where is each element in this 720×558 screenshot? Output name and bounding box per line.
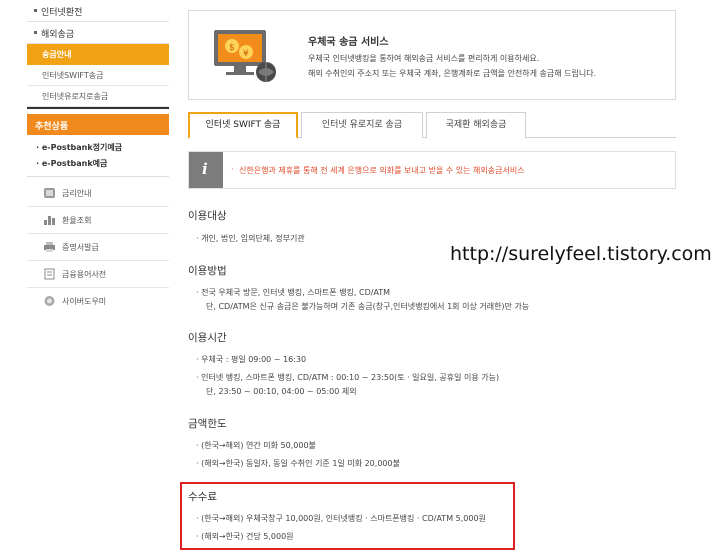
section-item: · (해외→한국) 건당 5,000원 [196,532,294,541]
section-item-text: (해외→한국) 건당 5,000원 [201,532,294,541]
tab-internet-swift[interactable]: 인터넷 SWIFT 송금 [188,112,298,139]
section-item: · (한국→해외) 우체국창구 10,000원, 인터넷뱅킹 · 스마트폰뱅킹 … [196,514,486,523]
printer-icon [44,242,55,252]
recommend-item-deposit-term[interactable]: · e-Postbank정기예금 [36,142,122,153]
notice-text: 신한은행과 제휴를 통해 전 세계 은행으로 외화를 보내고 받을 수 있는 해… [239,166,525,175]
section-item: · 우체국 : 평일 09:00 ~ 16:30 [196,355,307,364]
service-label: 증명서발급 [62,243,99,252]
recommend-item-deposit[interactable]: · e-Postbank예금 [36,158,107,169]
svg-text:$: $ [229,43,235,53]
remittance-monitor-icon: $ ¥ [214,30,276,82]
service-label: 금리안내 [62,189,92,198]
bullet-icon [34,31,37,34]
main-content: $ ¥ 우체국 송금 서비스 우체국 인터넷뱅킹을 통하여 해외송금 서비스를 … [180,0,720,558]
book-icon [44,268,55,280]
svg-text:¥: ¥ [243,49,249,59]
sidebar-service-certificate[interactable]: 증명서발급 [27,234,169,261]
sidebar-service-dictionary[interactable]: 금융용어사전 [27,261,169,288]
section-item: · (해외→한국) 동일자, 동일 수취인 기준 1일 미화 20,000불 [196,459,400,468]
service-label: 환율조회 [62,216,92,225]
watermark-text: http://surelyfeel.tistory.com [450,243,712,265]
recommend-header: 추천상품 [27,114,169,135]
sidebar-item-overseas-remittance[interactable]: 해외송금 [27,22,169,44]
bar-chart-icon [44,216,55,225]
section-title-limit: 금액한도 [188,418,227,430]
intro-title: 우체국 송금 서비스 [308,37,389,48]
helper-icon [44,296,55,306]
section-item: · 전국 우체국 방문, 인터넷 뱅킹, 스마트폰 뱅킹, CD/ATM [196,288,391,297]
notice-bullet: · [231,165,234,174]
section-title-method: 이용방법 [188,265,227,277]
sidebar-subitem-swift[interactable]: 인터넷SWIFT송금 [27,65,169,86]
coin-icon [44,188,55,198]
section-item-text: (해외→한국) 동일자, 동일 수취인 기준 1일 미화 20,000불 [201,459,400,468]
bullet-icon [34,9,37,12]
sidebar-service-interest-rate[interactable]: 금리안내 [27,180,169,207]
left-sidebar: 인터넷환전 해외송금 송금안내 인터넷SWIFT송금 인터넷유로지로송금 추천상… [27,0,169,558]
sidebar-item-label: 해외송금 [41,30,75,40]
section-title-hours: 이용시간 [188,332,227,344]
tab-internet-eurogiro[interactable]: 인터넷 유로지로 송금 [301,112,423,138]
recommend-title: 추천상품 [35,122,69,132]
recommend-item-label: e-Postbank예금 [41,159,108,168]
section-item-text: 인터넷 뱅킹, 스마트폰 뱅킹, CD/ATM : 00:10 ~ 23:50(… [201,373,500,382]
intro-description: 우체국 인터넷뱅킹을 통하여 해외송금 서비스를 편리하게 이용하세요. [308,54,540,63]
tab-international-money-order[interactable]: 국제환 해외송금 [426,112,526,138]
intro-description: 해외 수취인의 주소지 또는 우체국 계좌, 은행계좌로 금액을 안전하게 송금… [308,69,597,78]
section-item-text: (한국→해외) 우체국창구 10,000원, 인터넷뱅킹 · 스마트폰뱅킹 · … [201,514,486,523]
recommend-item-label: e-Postbank정기예금 [41,143,123,152]
section-item: · 개인, 법인, 임의단체, 정부기관 [196,234,305,243]
section-item: · (한국→해외) 연간 미화 50,000불 [196,441,316,450]
sidebar-service-exchange-rate[interactable]: 환율조회 [27,207,169,234]
sidebar-divider [27,176,169,177]
section-title-fee: 수수료 [188,491,217,503]
service-label: 금융용어사전 [62,270,107,279]
section-title-target: 이용대상 [188,210,227,222]
sidebar-subitem-label: 인터넷SWIFT송금 [42,71,104,80]
section-item-continuation: 단, 23:50 ~ 00:10, 04:00 ~ 05:00 제외 [206,387,357,396]
sidebar-subitem-eurogiro[interactable]: 인터넷유로지로송금 [27,86,169,107]
section-item-text: 개인, 법인, 임의단체, 정부기관 [201,234,305,243]
sidebar-subitem-label: 인터넷유로지로송금 [42,92,109,101]
intro-panel: $ ¥ 우체국 송금 서비스 우체국 인터넷뱅킹을 통하여 해외송금 서비스를 … [188,10,676,100]
sidebar-subitem-remittance-guide[interactable]: 송금안내 [27,44,169,65]
section-item-text: 우체국 : 평일 09:00 ~ 16:30 [201,355,307,364]
section-item-text: (한국→해외) 연간 미화 50,000불 [201,441,316,450]
remittance-tabs: 인터넷 SWIFT 송금 인터넷 유로지로 송금 국제환 해외송금 [188,112,676,139]
service-label: 사이버도우미 [62,297,107,306]
section-item-text: 전국 우체국 방문, 인터넷 뱅킹, 스마트폰 뱅킹, CD/ATM [201,288,391,297]
sidebar-item-label: 인터넷환전 [41,8,83,18]
sidebar-divider [27,107,169,109]
sidebar-service-cyber-helper[interactable]: 사이버도우미 [27,288,169,315]
notice-banner: i · 신한은행과 제휴를 통해 전 세계 은행으로 외화를 보내고 받을 수 … [188,151,676,189]
info-icon: i [189,152,223,188]
section-item-continuation: 단, CD/ATM은 신규 송금은 불가능하며 기존 송금(창구,인터넷뱅킹에서… [206,302,530,311]
sidebar-item-currency-exchange[interactable]: 인터넷환전 [27,0,169,22]
section-item: · 인터넷 뱅킹, 스마트폰 뱅킹, CD/ATM : 00:10 ~ 23:5… [196,373,500,382]
sidebar-subitem-label: 송금안내 [42,50,72,59]
